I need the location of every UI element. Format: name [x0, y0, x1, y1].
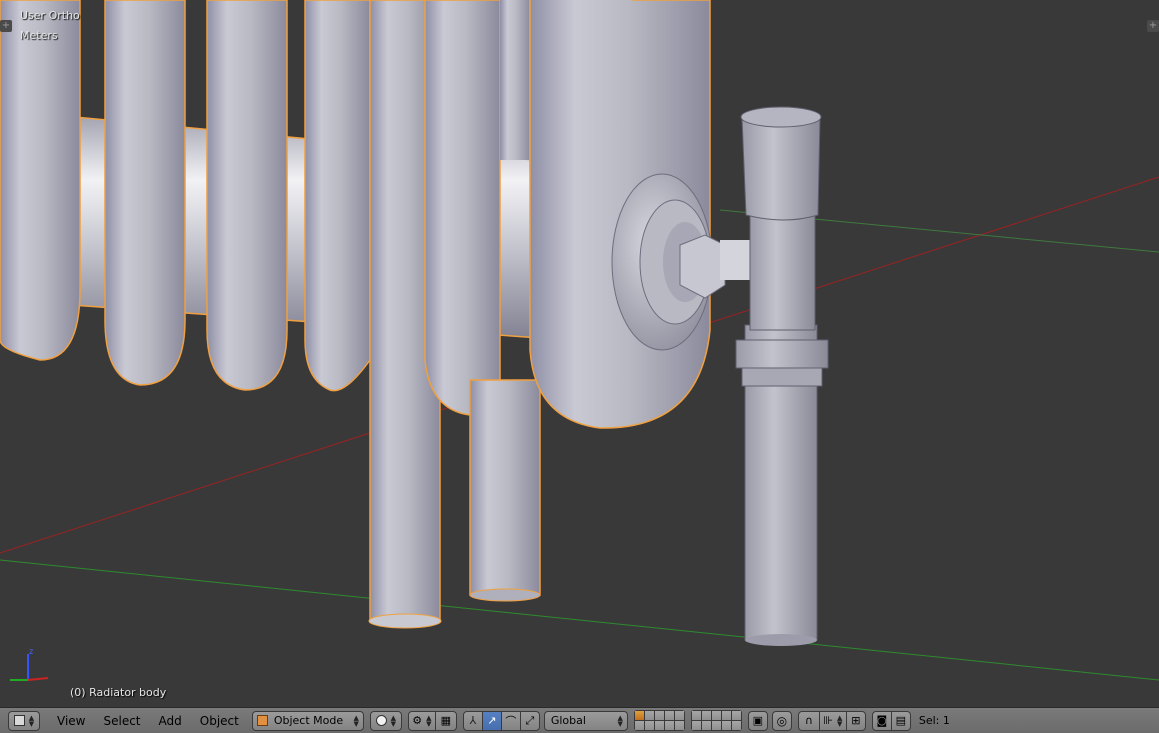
snap-element-select[interactable]: ⊪ ▲ ▼ [818, 710, 847, 731]
proportional-edit-button[interactable]: ◎ [771, 710, 792, 731]
snap-grid-icon: ▦ [440, 714, 452, 727]
cube-editor-icon [13, 715, 25, 726]
proportional-edit-icon: ◎ [776, 713, 788, 728]
mode-select-label: Object Mode [273, 714, 344, 727]
translate-arrow-icon: ↗ [487, 714, 497, 727]
viewport-shading-button[interactable]: ▲ ▼ [369, 710, 402, 731]
transform-orientation-label: Global [550, 714, 586, 727]
rotate-arc-icon: ⌒ [505, 714, 517, 728]
object-mode-cube-icon [256, 715, 268, 726]
end-cap [611, 173, 750, 351]
viewport-corner-widget-right[interactable]: + [1147, 20, 1159, 32]
layer-grid-2[interactable] [690, 710, 742, 731]
snap-target-button[interactable]: ⊞ [845, 710, 866, 731]
layer-slot[interactable] [711, 711, 721, 720]
menu-select[interactable]: Select [94, 711, 149, 731]
snap-target-icon: ⊪ [823, 714, 833, 727]
clapper-render-icon: ▤ [895, 714, 907, 727]
layer-slot[interactable] [634, 711, 644, 720]
manipulator-toggle-button[interactable]: ⅄ [462, 710, 483, 731]
layer-slot[interactable] [674, 711, 684, 720]
3d-viewport[interactable]: + + User Ortho Meters z (0) Radiator bod… [0, 0, 1159, 707]
y-axis-line [0, 559, 1159, 681]
manipulator-axes-icon: ⅄ [469, 714, 477, 727]
chevron-updown-icon: ▲ ▼ [28, 713, 35, 728]
chevron-updown-icon: ▲ ▼ [836, 713, 843, 728]
layer-slot[interactable] [634, 721, 644, 730]
layer-slot[interactable] [691, 721, 701, 730]
radiator-columns [0, 0, 711, 627]
layer-grid-1[interactable] [633, 710, 685, 731]
layer-slot[interactable] [644, 721, 654, 730]
lock-layers-button[interactable]: ▣ [747, 710, 768, 731]
view-name-label: User Ortho [20, 9, 80, 22]
layer-slot[interactable] [731, 721, 741, 730]
scale-manipulator-button[interactable]: ⤢ [519, 710, 540, 731]
scale-icon: ⤢ [525, 713, 535, 727]
snap-target-icon: ⊞ [851, 714, 861, 727]
3d-view-header: ▲ ▼ View Select Add Object Object Mode ▲ ▼… [0, 707, 1159, 733]
layer-slot[interactable] [664, 721, 674, 730]
snap-element-button[interactable]: ▦ [434, 710, 457, 731]
layer-slot[interactable] [654, 711, 664, 720]
layer-slot[interactable] [664, 711, 674, 720]
scene-render[interactable] [0, 0, 1159, 707]
render-animation-button[interactable]: ▤ [890, 710, 911, 731]
snap-toggle-button[interactable]: ∩ [797, 710, 820, 731]
lock-layers-icon: ▣ [752, 714, 764, 727]
chevron-updown-icon: ▲ ▼ [426, 713, 432, 728]
transform-orientation-select[interactable]: Global ▲ ▼ [543, 710, 628, 731]
layer-slot[interactable] [701, 711, 711, 720]
units-label: Meters [20, 29, 58, 42]
layer-slot[interactable] [711, 721, 721, 730]
editor-type-button[interactable]: ▲ ▼ [8, 710, 40, 731]
chevron-updown-icon: ▲ ▼ [390, 713, 397, 728]
menu-object[interactable]: Object [191, 711, 248, 731]
selection-count: Sel: 1 [918, 714, 950, 727]
layer-slot[interactable] [721, 711, 731, 720]
translate-manipulator-button[interactable]: ↗ [481, 710, 502, 731]
active-object-label: (0) Radiator body [70, 686, 167, 699]
menu-view[interactable]: View [48, 711, 94, 731]
pivot-point-button[interactable]: ⚙ ▲ ▼ [407, 710, 436, 731]
layer-slot[interactable] [674, 721, 684, 730]
magnet-icon: ∩ [804, 714, 813, 727]
layer-slot[interactable] [691, 711, 701, 720]
header-menus: View Select Add Object [48, 711, 248, 731]
chevron-updown-icon: ▲ ▼ [617, 713, 623, 728]
viewport-corner-widget-left[interactable]: + [0, 20, 12, 32]
layer-slot[interactable] [644, 711, 654, 720]
chevron-updown-icon: ▲ ▼ [353, 713, 359, 728]
layer-slot[interactable] [731, 711, 741, 720]
rotate-manipulator-button[interactable]: ⌒ [500, 710, 521, 731]
camera-render-icon: ◙ [876, 714, 888, 727]
mode-select[interactable]: Object Mode ▲ ▼ [251, 710, 364, 731]
layer-slot[interactable] [721, 721, 731, 730]
radiator-valve [735, 106, 829, 646]
solid-sphere-icon [375, 715, 387, 726]
layer-slot[interactable] [654, 721, 664, 730]
render-still-button[interactable]: ◙ [871, 710, 892, 731]
menu-add[interactable]: Add [150, 711, 191, 731]
axis-orientation-widget: z [10, 647, 49, 681]
axis-z-label: z [29, 647, 33, 656]
pivot-point-icon: ⚙ [412, 714, 423, 727]
layer-slot[interactable] [701, 721, 711, 730]
